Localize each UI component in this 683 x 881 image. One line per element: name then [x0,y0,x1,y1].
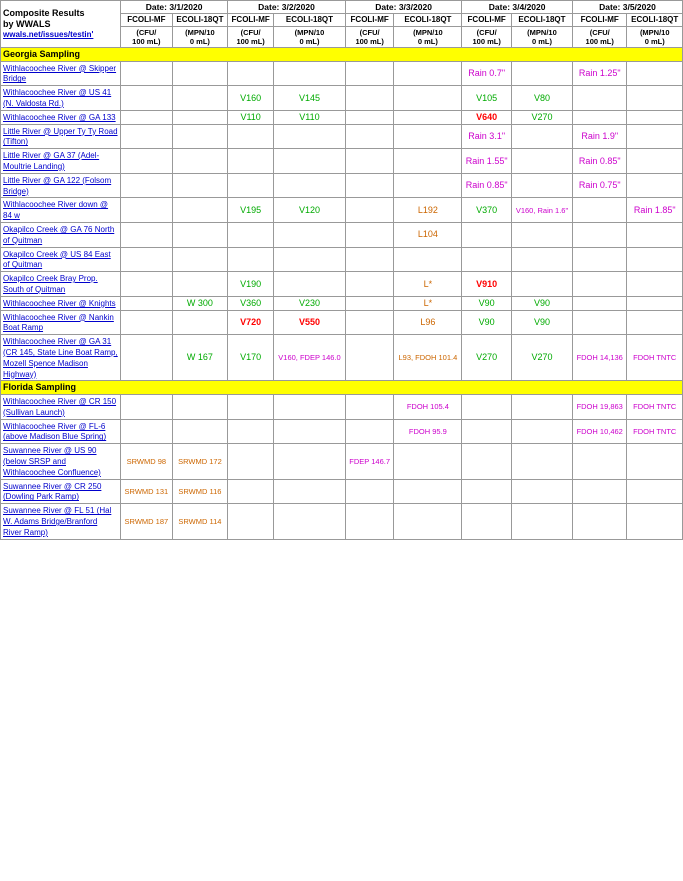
unit-cfu-5: (CFU/100 mL) [572,26,627,47]
table-row: Withlacoochee River down @ 84 w V195 V12… [1,198,683,223]
table-row: Withlacoochee River @ GA 133 V110 V110 V… [1,110,683,124]
table-row: Withlacoochee River @ CR 150 (Sullivan L… [1,395,683,420]
ecoli-18qt-4: ECOLI-18QT [512,14,573,27]
unit-cfu-2: (CFU/100 mL) [228,26,274,47]
wwals-link[interactable]: wwals.net/issues/testin' [3,30,118,40]
ecoli-18qt-3: ECOLI-18QT [394,14,462,27]
date-5: Date: 3/5/2020 [572,1,682,14]
unit-mpn-3: (MPN/100 mL) [394,26,462,47]
composite-results-table: Composite Results by WWALS wwals.net/iss… [0,0,683,540]
table-row: Little River @ GA 122 (Folsom Bridge) Ra… [1,173,683,198]
site-name: Okapilco Creek Bray Prop. South of Quitm… [1,272,121,297]
by-wwals: by WWALS [3,19,118,30]
fcoli-mf-1: FCOLI-MF [121,14,173,27]
site-name: Little River @ Upper Ty Ty Road (Tifton) [1,124,121,149]
table-row: Withlacoochee River @ Knights W 300 V360… [1,296,683,310]
site-name: Suwannee River @ FL 51 (Hal W. Adams Bri… [1,504,121,539]
site-name: Withlacoochee River @ FL-6 (above Madiso… [1,419,121,444]
site-name: Suwannee River @ US 90 (below SRSP and W… [1,444,121,479]
georgia-section-header: Georgia Sampling [1,47,683,61]
title-cell: Composite Results by WWALS wwals.net/iss… [1,1,121,48]
table-row: Withlacoochee River @ Nankin Boat Ramp V… [1,310,683,335]
site-name: Suwannee River @ CR 250 (Dowling Park Ra… [1,479,121,504]
unit-mpn-2: (MPN/100 mL) [274,26,346,47]
date-4: Date: 3/4/2020 [462,1,573,14]
ecoli-18qt-1: ECOLI-18QT [172,14,227,27]
site-name: Okapilco Creek @ GA 76 North of Quitman [1,222,121,247]
fcoli-mf-3: FCOLI-MF [345,14,394,27]
fcoli-mf-5: FCOLI-MF [572,14,627,27]
date-3: Date: 3/3/2020 [345,1,461,14]
table-row: Little River @ Upper Ty Ty Road (Tifton)… [1,124,683,149]
table-row: Withlacoochee River @ US 41 (N. Valdosta… [1,86,683,111]
fcoli-mf-4: FCOLI-MF [462,14,512,27]
unit-mpn-4: (MPN/100 mL) [512,26,573,47]
unit-cfu-1: (CFU/100 mL) [121,26,173,47]
site-name: Withlacoochee River @ CR 150 (Sullivan L… [1,395,121,420]
unit-mpn-1: (MPN/100 mL) [172,26,227,47]
site-name: Withlacoochee River down @ 84 w [1,198,121,223]
table-row: Withlacoochee River @ GA 31 (CR 145, Sta… [1,335,683,381]
florida-section-header: Florida Sampling [1,381,683,395]
unit-cfu-3: (CFU/100 mL) [345,26,394,47]
date-1: Date: 3/1/2020 [121,1,228,14]
table-row: Suwannee River @ US 90 (below SRSP and W… [1,444,683,479]
site-name: Withlacoochee River @ US 41 (N. Valdosta… [1,86,121,111]
site-name: Withlacoochee River @ Skipper Bridge [1,61,121,86]
site-name: Okapilco Creek @ US 84 East of Quitman [1,247,121,272]
composite-title: Composite Results [3,8,118,19]
date-2: Date: 3/2/2020 [228,1,346,14]
unit-cfu-4: (CFU/100 mL) [462,26,512,47]
table-row: Suwannee River @ CR 250 (Dowling Park Ra… [1,479,683,504]
table-row: Little River @ GA 37 (Adel-Moultrie Land… [1,149,683,174]
florida-sampling-label: Florida Sampling [1,381,683,395]
ecoli-18qt-2: ECOLI-18QT [274,14,346,27]
site-name: Withlacoochee River @ Nankin Boat Ramp [1,310,121,335]
site-knights: Withlacoochee River @ Knights [1,296,121,310]
table-row: Okapilco Creek @ GA 76 North of Quitman … [1,222,683,247]
site-name: Withlacoochee River @ GA 31 (CR 145, Sta… [1,335,121,381]
table-row: Withlacoochee River @ Skipper Bridge Rai… [1,61,683,86]
table-row: Okapilco Creek @ US 84 East of Quitman [1,247,683,272]
table-row: Okapilco Creek Bray Prop. South of Quitm… [1,272,683,297]
site-name: Little River @ GA 37 (Adel-Moultrie Land… [1,149,121,174]
site-name: Little River @ GA 122 (Folsom Bridge) [1,173,121,198]
georgia-sampling-label: Georgia Sampling [1,47,683,61]
table-row: Withlacoochee River @ FL-6 (above Madiso… [1,419,683,444]
site-name: Withlacoochee River @ GA 133 [1,110,121,124]
fcoli-mf-2: FCOLI-MF [228,14,274,27]
table-row: Suwannee River @ FL 51 (Hal W. Adams Bri… [1,504,683,539]
ecoli-18qt-5: ECOLI-18QT [627,14,683,27]
unit-mpn-5: (MPN/100 mL) [627,26,683,47]
